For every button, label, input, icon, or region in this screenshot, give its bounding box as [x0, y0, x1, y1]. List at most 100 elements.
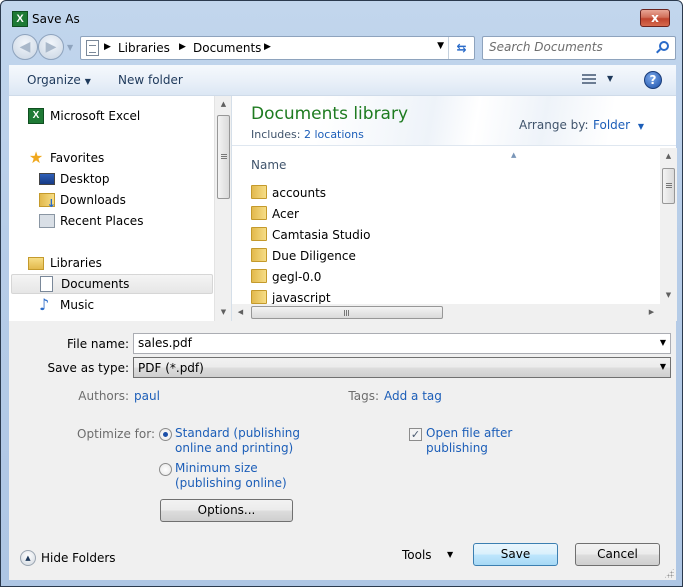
tools-button[interactable]: Tools	[402, 548, 432, 562]
save-as-type-select[interactable]: PDF (*.pdf) ▼	[133, 357, 671, 378]
scroll-down-icon[interactable]: ▼	[660, 287, 677, 304]
recent-places-icon	[39, 214, 55, 228]
cancel-button[interactable]: Cancel	[575, 543, 660, 566]
file-row[interactable]: accounts	[251, 183, 651, 204]
help-icon[interactable]: ?	[644, 71, 662, 89]
optimize-minimum-label[interactable]: Minimum size (publishing online)	[175, 461, 287, 491]
address-bar[interactable]: ▶ Libraries ▶ Documents ▶ ▼ ⇆	[80, 36, 475, 60]
navigation-bar: ◀ ▶ ▼ ▶ Libraries ▶ Documents ▶ ▼ ⇆	[9, 34, 676, 60]
refresh-icon[interactable]: ⇆	[448, 37, 474, 59]
file-name-input[interactable]	[138, 336, 621, 350]
chevron-down-icon[interactable]: ▼	[660, 338, 666, 347]
nav-item-desktop[interactable]: Desktop	[9, 169, 213, 189]
option-line: (publishing online)	[175, 476, 287, 490]
option-line: publishing	[426, 441, 488, 455]
library-title: Documents library	[251, 104, 409, 124]
locations-link[interactable]: 2 locations	[304, 128, 364, 141]
search-input[interactable]	[489, 40, 649, 54]
nav-item-microsoft-excel[interactable]: X Microsoft Excel	[9, 106, 213, 126]
option-line: Standard (publishing	[175, 426, 301, 440]
file-row[interactable]: Acer	[251, 204, 651, 225]
recent-pages-dropdown[interactable]: ▼	[67, 43, 73, 52]
new-folder-button[interactable]: New folder	[118, 73, 183, 87]
option-line: Open file after	[426, 426, 513, 440]
breadcrumb-separator-icon[interactable]: ▶	[104, 42, 111, 52]
nav-item-downloads[interactable]: Downloads	[9, 190, 213, 210]
file-row[interactable]: Due Diligence	[251, 246, 651, 267]
scrollbar-thumb[interactable]	[662, 168, 675, 204]
scroll-left-icon[interactable]: ◀	[232, 304, 249, 321]
options-button[interactable]: Options...	[160, 499, 293, 522]
optimize-for-label: Optimize for:	[77, 427, 155, 441]
file-row[interactable]: gegl-0.0	[251, 267, 651, 288]
nav-item-libraries[interactable]: Libraries	[9, 253, 213, 273]
nav-item-music[interactable]: ♪ Music	[9, 295, 213, 315]
search-box[interactable]	[482, 36, 676, 60]
scroll-up-icon[interactable]: ▲	[660, 148, 677, 165]
hide-folders-button[interactable]: Hide Folders	[41, 551, 116, 565]
breadcrumb-separator-icon[interactable]: ▶	[264, 42, 271, 52]
scroll-right-icon[interactable]: ▶	[643, 304, 660, 321]
folder-icon	[251, 206, 267, 220]
forward-button[interactable]: ▶	[38, 34, 64, 60]
nav-item-label: Favorites	[50, 151, 105, 165]
file-name-combo[interactable]: ▼	[133, 333, 671, 354]
nav-item-label: Documents	[61, 277, 130, 291]
tags-label: Tags:	[348, 389, 379, 403]
nav-item-favorites[interactable]: ★ Favorites	[9, 148, 213, 168]
nav-pane-scrollbar[interactable]: ▲ ▼	[214, 96, 231, 321]
optimize-standard-radio[interactable]	[159, 428, 172, 441]
save-as-type-label: Save as type:	[47, 361, 129, 375]
views-dropdown-icon[interactable]: ▼	[607, 74, 613, 83]
libraries-icon	[28, 257, 44, 270]
file-row[interactable]: javascript	[251, 288, 651, 304]
folder-icon	[251, 290, 267, 304]
document-library-icon	[86, 40, 99, 56]
includes-label: Includes:	[251, 128, 301, 141]
organize-button[interactable]: Organize ▼	[27, 73, 91, 87]
nav-item-label: Libraries	[50, 256, 102, 270]
breadcrumb-documents[interactable]: Documents	[193, 41, 261, 55]
save-button[interactable]: Save	[473, 543, 558, 566]
file-list-horizontal-scrollbar[interactable]: ◀ ▶	[232, 304, 660, 321]
file-row[interactable]: Camtasia Studio	[251, 225, 651, 246]
breadcrumb-libraries[interactable]: Libraries	[118, 41, 170, 55]
open-after-publishing-label[interactable]: Open file after publishing	[426, 426, 512, 456]
library-header: Documents library Includes: 2 locations …	[232, 96, 676, 146]
folder-icon	[251, 269, 267, 283]
scrollbar-thumb[interactable]	[251, 306, 443, 319]
window-title: Save As	[32, 12, 80, 26]
column-header-name[interactable]: ▲ Name	[232, 148, 660, 176]
nav-item-recent-places[interactable]: Recent Places	[9, 211, 213, 231]
tools-dropdown-icon[interactable]: ▼	[447, 550, 453, 559]
scroll-down-icon[interactable]: ▼	[215, 304, 232, 321]
chevron-down-icon: ▼	[84, 77, 91, 86]
document-icon	[40, 276, 53, 292]
file-name: gegl-0.0	[272, 270, 322, 284]
resize-grip-icon[interactable]	[664, 568, 674, 578]
breadcrumb-separator-icon[interactable]: ▶	[179, 42, 186, 52]
search-icon[interactable]	[659, 41, 669, 51]
back-button[interactable]: ◀	[12, 34, 38, 60]
open-after-publishing-checkbox[interactable]: ✓	[409, 428, 422, 441]
optimize-minimum-radio[interactable]	[159, 463, 172, 476]
tags-value[interactable]: Add a tag	[384, 389, 442, 403]
grip-icon	[221, 154, 227, 159]
music-icon: ♪	[39, 295, 50, 314]
optimize-standard-label[interactable]: Standard (publishing online and printing…	[175, 426, 300, 456]
authors-value[interactable]: paul	[134, 389, 160, 403]
close-button[interactable]: x	[640, 9, 670, 27]
nav-item-documents[interactable]: Documents	[11, 274, 213, 294]
scrollbar-thumb[interactable]	[217, 115, 230, 199]
file-name: Acer	[272, 207, 299, 221]
arrange-by-dropdown[interactable]: Folder ▼	[593, 118, 644, 132]
views-icon[interactable]	[582, 74, 596, 86]
excel-icon: X	[28, 108, 44, 124]
address-dropdown-icon[interactable]: ▼	[437, 41, 444, 51]
navigation-pane: X Microsoft Excel ★ Favorites Desktop Do…	[9, 96, 231, 321]
file-list-vertical-scrollbar[interactable]: ▲ ▼	[660, 148, 677, 304]
file-name: Camtasia Studio	[272, 228, 371, 242]
scroll-up-icon[interactable]: ▲	[215, 96, 232, 113]
chevron-up-icon[interactable]: ▲	[20, 550, 36, 566]
option-line: online and printing)	[175, 441, 294, 455]
